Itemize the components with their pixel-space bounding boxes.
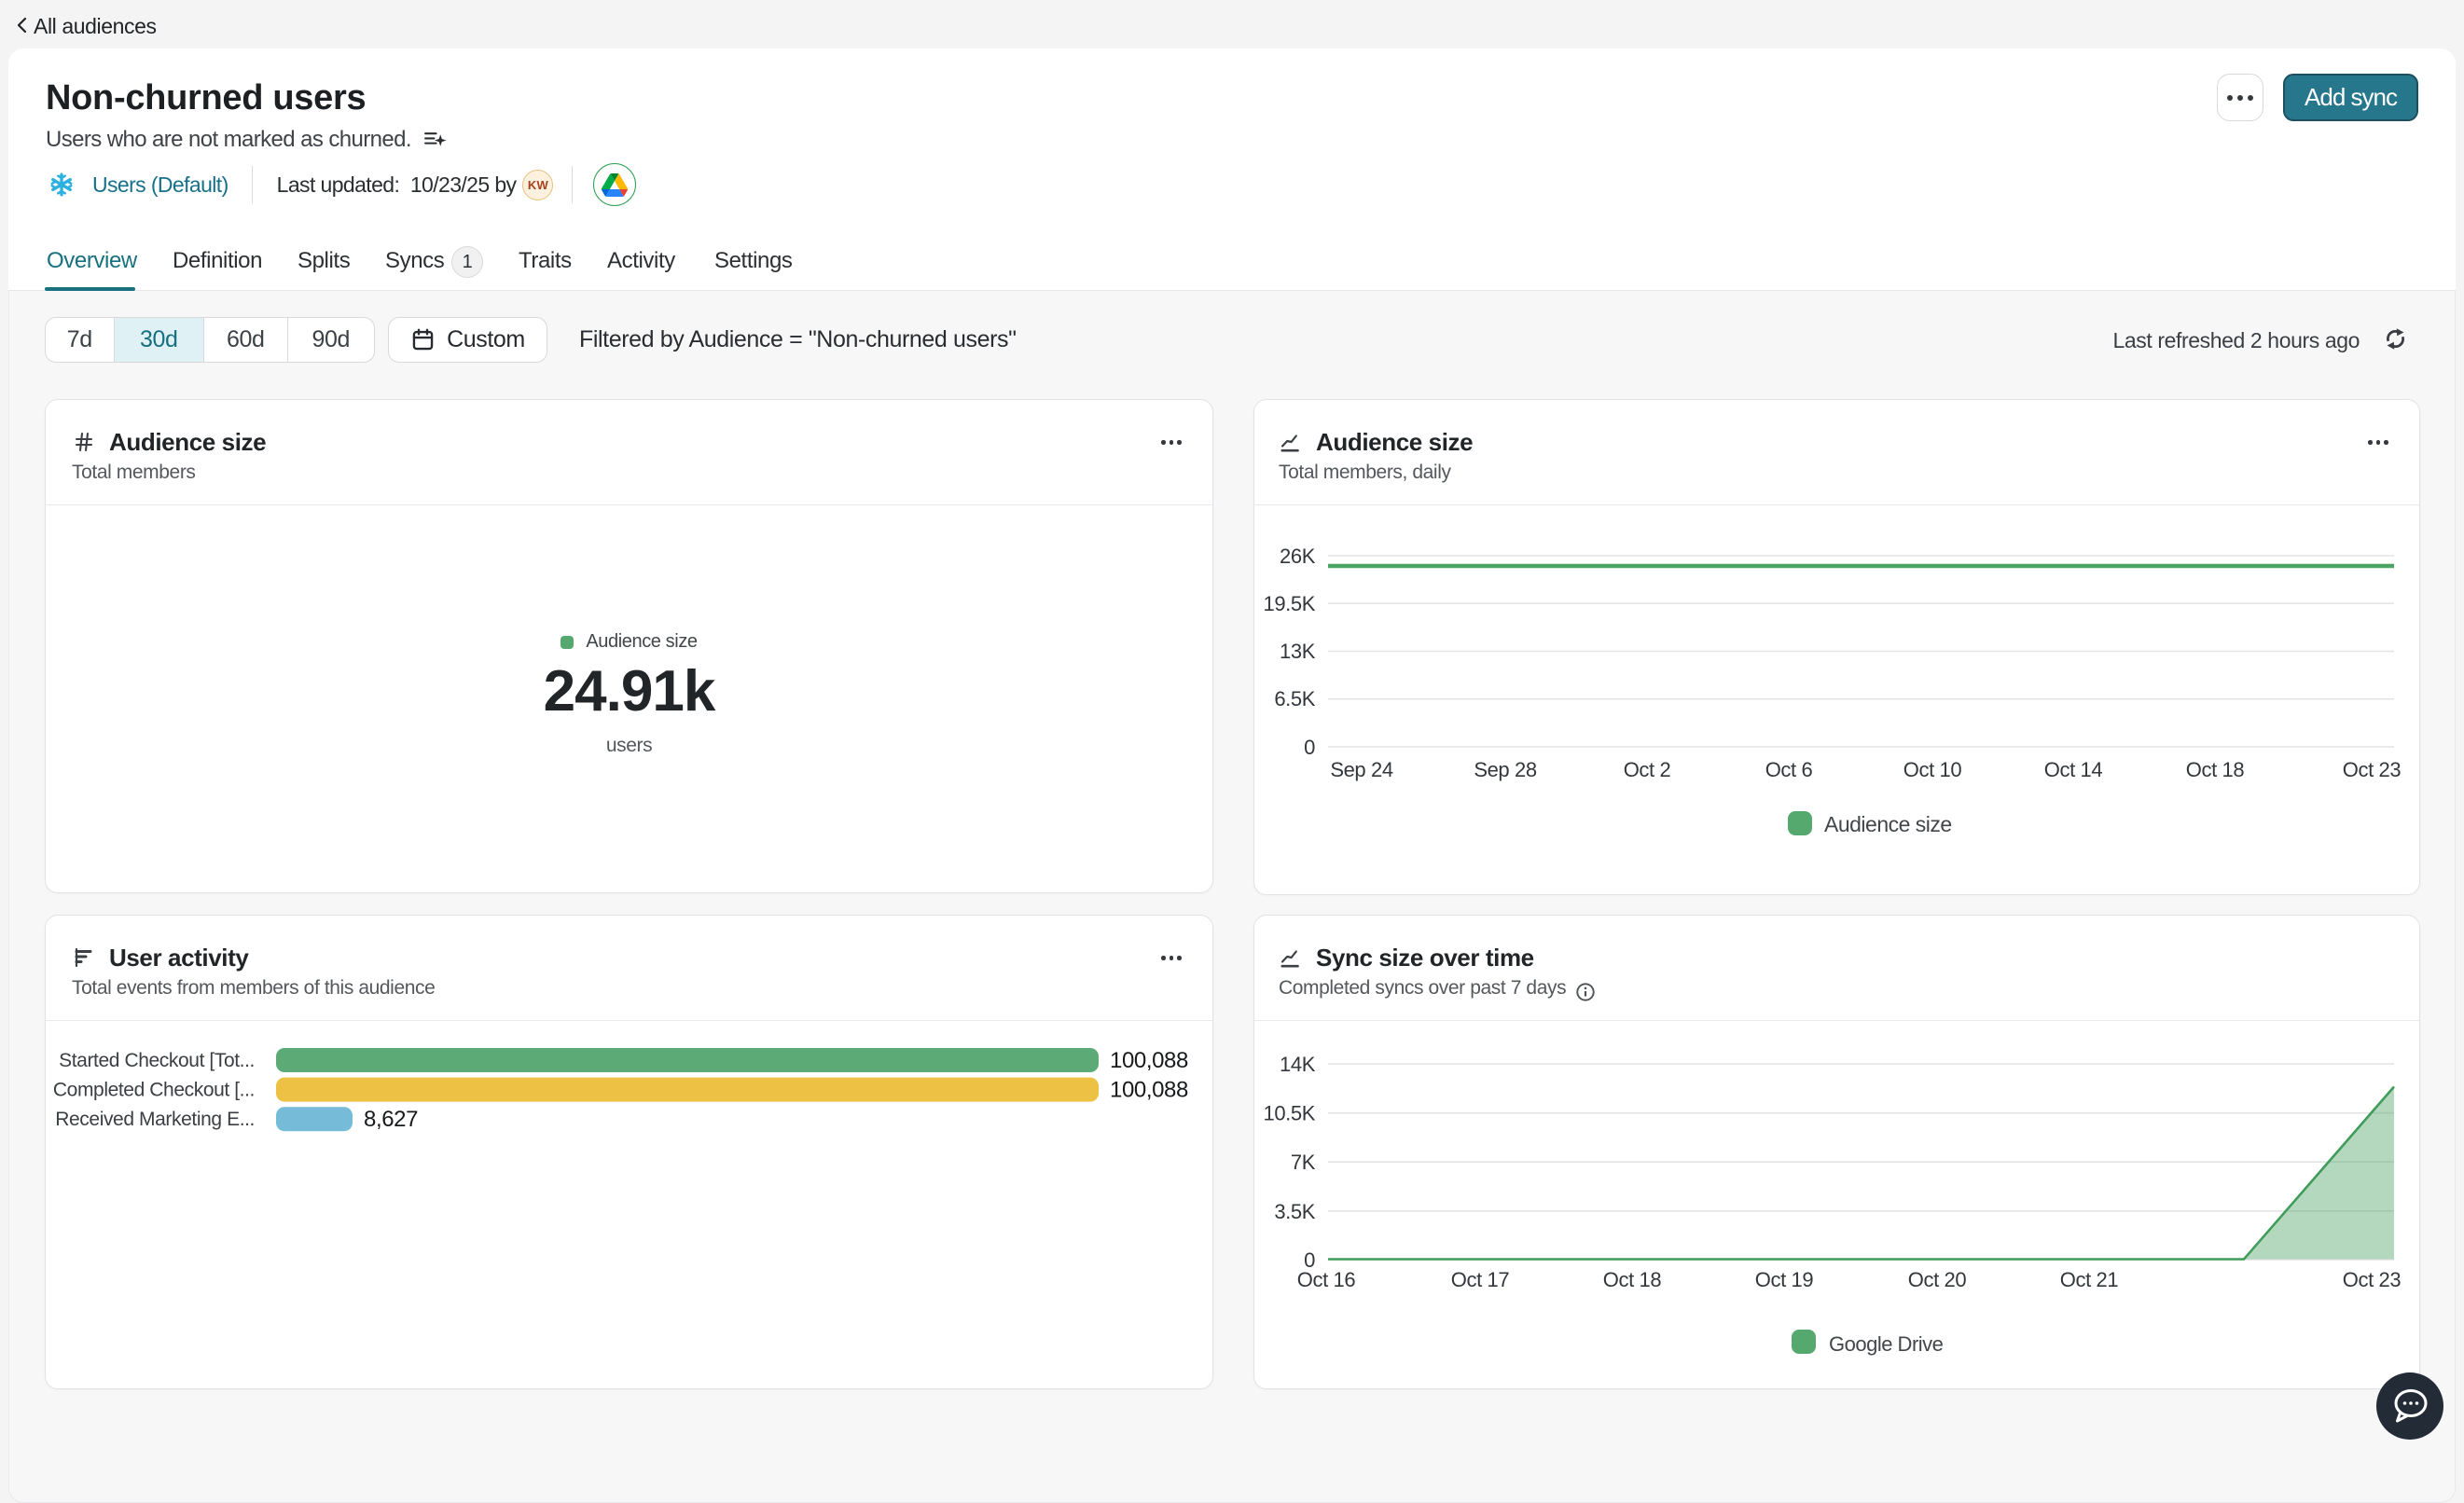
- svg-text:Oct 16: Oct 16: [1297, 1268, 1356, 1291]
- svg-text:3.5K: 3.5K: [1274, 1200, 1315, 1223]
- svg-text:19.5K: 19.5K: [1264, 592, 1316, 615]
- svg-text:6.5K: 6.5K: [1274, 687, 1315, 710]
- svg-text:Oct 17: Oct 17: [1451, 1268, 1510, 1291]
- svg-text:Completed Checkout [...: Completed Checkout [...: [53, 1080, 255, 1101]
- svg-text:100,088: 100,088: [1110, 1078, 1188, 1103]
- svg-text:26K: 26K: [1280, 545, 1316, 568]
- svg-text:Oct 14: Oct 14: [2044, 758, 2103, 781]
- svg-text:Oct 2: Oct 2: [1624, 758, 1671, 781]
- svg-text:10.5K: 10.5K: [1264, 1102, 1316, 1125]
- svg-text:Sep 28: Sep 28: [1474, 758, 1536, 781]
- svg-text:Audience size: Audience size: [1824, 812, 1952, 836]
- svg-text:Sep 24: Sep 24: [1330, 758, 1392, 781]
- svg-text:Oct 23: Oct 23: [2343, 1268, 2402, 1291]
- svg-text:14K: 14K: [1280, 1053, 1316, 1076]
- svg-text:Oct 6: Oct 6: [1765, 758, 1813, 781]
- svg-text:8,627: 8,627: [364, 1107, 418, 1132]
- svg-text:Received Marketing E...: Received Marketing E...: [55, 1109, 255, 1130]
- svg-text:Oct 20: Oct 20: [1908, 1268, 1967, 1291]
- svg-text:Oct 18: Oct 18: [1603, 1268, 1662, 1291]
- svg-text:100,088: 100,088: [1110, 1048, 1188, 1073]
- svg-text:13K: 13K: [1280, 640, 1316, 663]
- svg-text:Started Checkout [Tot...: Started Checkout [Tot...: [59, 1050, 255, 1071]
- svg-text:Oct 21: Oct 21: [2060, 1268, 2119, 1291]
- svg-text:Google Drive: Google Drive: [1829, 1332, 1944, 1356]
- svg-text:Oct 23: Oct 23: [2343, 758, 2402, 781]
- svg-text:Oct 19: Oct 19: [1755, 1268, 1814, 1291]
- svg-text:7K: 7K: [1291, 1151, 1316, 1174]
- svg-text:0: 0: [1304, 736, 1315, 759]
- svg-text:Oct 10: Oct 10: [1903, 758, 1962, 781]
- svg-text:Oct 18: Oct 18: [2186, 758, 2245, 781]
